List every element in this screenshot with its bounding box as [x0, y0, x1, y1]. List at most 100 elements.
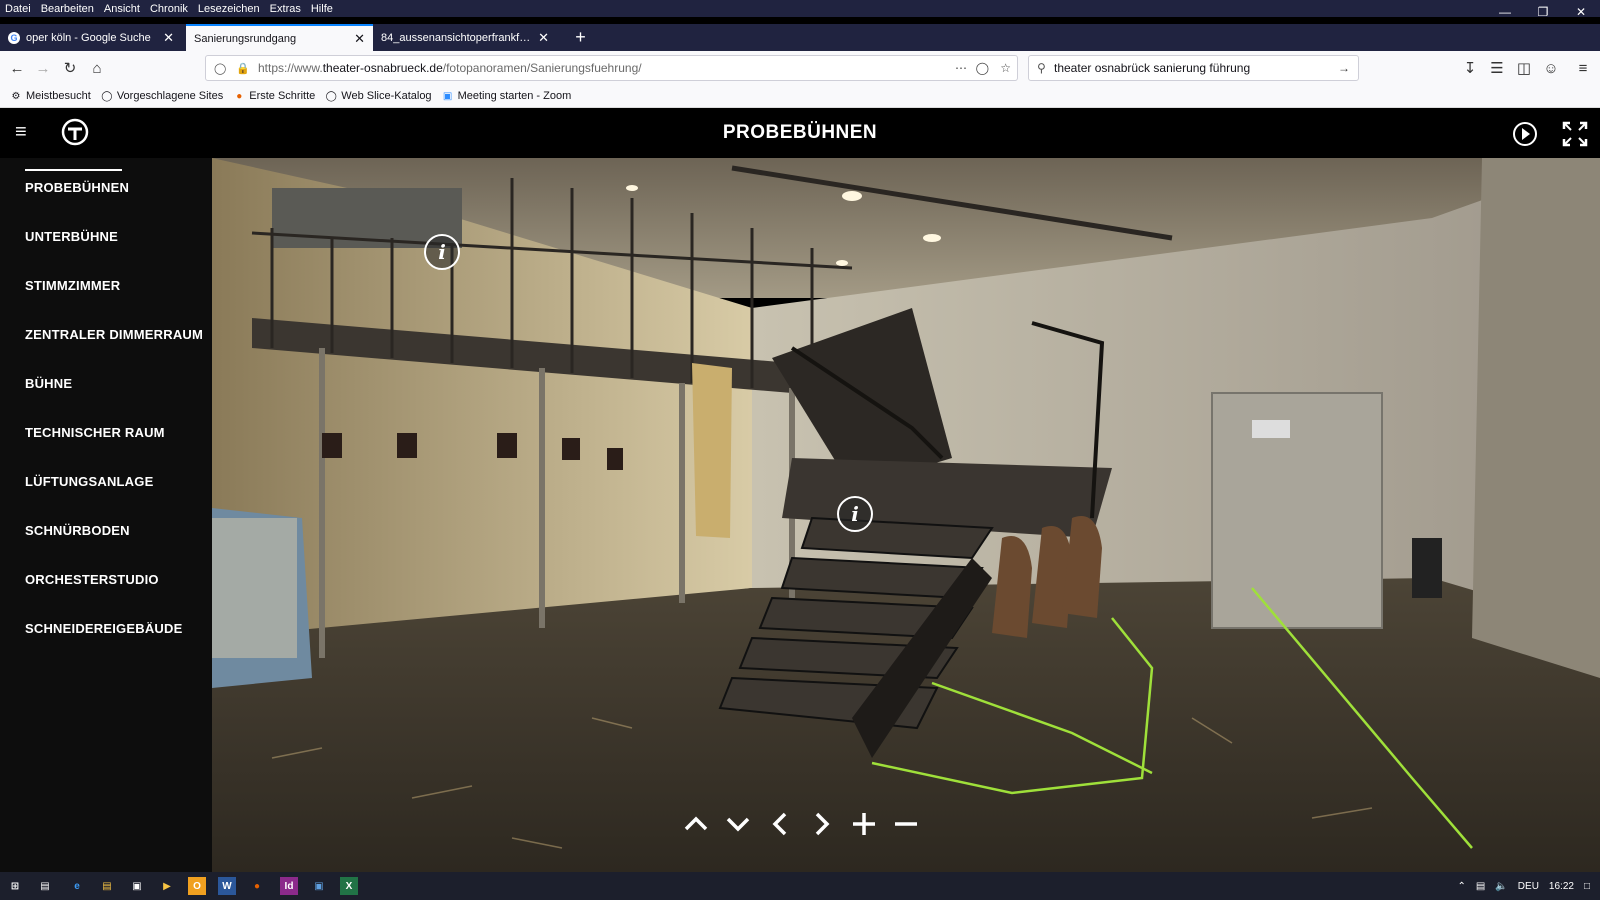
pan-down-icon[interactable] — [722, 808, 754, 840]
zoom-in-icon[interactable] — [848, 808, 880, 840]
menu-bar: Datei Bearbeiten Ansicht Chronik Lesezei… — [0, 0, 1600, 17]
windows-start-icon[interactable]: ⊞ — [6, 877, 24, 895]
home-icon[interactable]: ⌂ — [85, 56, 109, 80]
minimize-icon[interactable]: — — [1486, 0, 1524, 24]
show-hidden-icons-icon[interactable]: ⌃ — [1458, 881, 1466, 892]
bookmark-label: Vorgeschlagene Sites — [116, 90, 224, 102]
pan-up-icon[interactable] — [680, 808, 712, 840]
close-window-icon[interactable]: ✕ — [1562, 0, 1600, 24]
new-tab-button[interactable]: + — [567, 24, 594, 51]
pocket-icon[interactable]: ◯ — [976, 61, 989, 75]
back-icon[interactable]: ← — [5, 56, 29, 80]
tab-sanierungsrundgang[interactable]: Sanierungsrundgang ✕ — [186, 24, 373, 51]
tab-google[interactable]: G oper köln - Google Suche ✕ — [0, 24, 182, 51]
room-item-technischer-raum[interactable]: TECHNISCHER RAUM — [25, 425, 165, 440]
menu-ansicht[interactable]: Ansicht — [99, 3, 145, 15]
library-icon[interactable]: ☰ — [1485, 56, 1509, 80]
menu-bearbeiten[interactable]: Bearbeiten — [36, 3, 99, 15]
media-icon[interactable]: ▶ — [158, 877, 176, 895]
room-item-probebuehnen[interactable]: PROBEBÜHNEN — [25, 169, 129, 195]
panorama-image — [212, 158, 1600, 872]
hamburger-menu-icon[interactable]: ≡ — [1571, 56, 1595, 80]
download-icon[interactable]: ↧ — [1458, 56, 1482, 80]
bookmark-zoom[interactable]: ▣ Meeting starten - Zoom — [442, 90, 572, 102]
clock[interactable]: 16:22 — [1549, 881, 1574, 892]
volume-icon[interactable]: 🔈 — [1495, 881, 1507, 892]
file-explorer-icon[interactable]: ▤ — [98, 877, 116, 895]
pan-left-icon[interactable] — [764, 808, 796, 840]
pan-right-icon[interactable] — [806, 808, 838, 840]
info-hotspot-stairs[interactable]: i — [837, 496, 873, 532]
bookmark-label: Meeting starten - Zoom — [457, 90, 572, 102]
tab-title: oper köln - Google Suche — [26, 31, 151, 44]
outlook-icon[interactable]: O — [188, 877, 206, 895]
room-item-buehne[interactable]: BÜHNE — [25, 376, 72, 391]
close-tab-icon[interactable]: ✕ — [354, 31, 365, 47]
lock-icon[interactable]: 🔒 — [236, 62, 250, 75]
shield-icon[interactable]: ◯ — [214, 62, 226, 75]
room-navigation: PROBEBÜHNEN UNTERBÜHNE STIMMZIMMER ZENTR… — [0, 158, 212, 872]
search-input[interactable]: theater osnabrück sanierung führung — [1054, 61, 1250, 75]
notifications-icon[interactable]: □ — [1584, 881, 1590, 892]
bookmark-meistbesucht[interactable]: ⚙ Meistbesucht — [10, 90, 91, 102]
room-item-lueftungsanlage[interactable]: LÜFTUNGSANLAGE — [25, 474, 153, 489]
tab-aussenansicht[interactable]: 84_aussenansichtoperfrankfurthq0 ✕ — [373, 24, 557, 51]
indesign-icon[interactable]: Id — [280, 877, 298, 895]
bookmark-vorgeschlagene-sites[interactable]: ◯ Vorgeschlagene Sites — [101, 90, 223, 102]
menu-hilfe[interactable]: Hilfe — [306, 3, 338, 15]
tab-title: 84_aussenansichtoperfrankfurthq0 — [381, 31, 531, 44]
bookmark-label: Meistbesucht — [26, 90, 91, 102]
url-text: https://www.theater-osnabrueck.de/fotopa… — [258, 61, 642, 75]
panorama-viewer[interactable]: i i — [212, 158, 1600, 872]
store-icon[interactable]: ▣ — [128, 877, 146, 895]
bookmark-erste-schritte[interactable]: ● Erste Schritte — [233, 90, 315, 102]
excel-icon[interactable]: X — [340, 877, 358, 895]
zoom-icon: ▣ — [442, 90, 453, 102]
restore-icon[interactable]: ❐ — [1524, 0, 1562, 24]
language-indicator[interactable]: DEU — [1518, 881, 1539, 892]
bookmark-web-slice[interactable]: ◯ Web Slice-Katalog — [325, 90, 432, 102]
room-item-unterbuehne[interactable]: UNTERBÜHNE — [25, 229, 118, 244]
account-icon[interactable]: ☺ — [1539, 56, 1563, 80]
room-item-orchesterstudio[interactable]: ORCHESTERSTUDIO — [25, 572, 159, 587]
room-item-zentraler-dimmerraum[interactable]: ZENTRALER DIMMERRAUM — [25, 327, 203, 342]
menu-extras[interactable]: Extras — [265, 3, 306, 15]
url-path: /fotopanoramen/Sanierungsfuehrung/ — [442, 61, 642, 75]
page-actions-icon[interactable]: ⋯ — [955, 61, 967, 75]
forward-icon[interactable]: → — [31, 56, 55, 80]
tab-title: Sanierungsrundgang — [194, 32, 297, 45]
room-item-stimmzimmer[interactable]: STIMMZIMMER — [25, 278, 120, 293]
bookmarks-bar: ⚙ Meistbesucht ◯ Vorgeschlagene Sites ● Ers… — [0, 85, 1600, 108]
menu-datei[interactable]: Datei — [0, 3, 36, 15]
close-tab-icon[interactable]: ✕ — [163, 30, 174, 46]
tab-bar: G oper köln - Google Suche ✕ Sanierungsr… — [0, 24, 1600, 51]
room-item-schnuerboden[interactable]: SCHNÜRBODEN — [25, 523, 130, 538]
photos-icon[interactable]: ▣ — [310, 877, 328, 895]
network-icon[interactable]: ▤ — [1476, 881, 1485, 892]
bookmark-star-icon[interactable]: ☆ — [1000, 61, 1011, 75]
panorama-controls — [680, 808, 922, 840]
task-view-icon[interactable]: ▤ — [36, 877, 54, 895]
taskbar: ⊞ ▤ e ▤ ▣ ▶ O W ● Id ▣ X ⌃ ▤ 🔈 DEU 16:22… — [0, 872, 1600, 900]
reload-icon[interactable]: ↻ — [58, 56, 82, 80]
zoom-out-icon[interactable] — [890, 808, 922, 840]
word-icon[interactable]: W — [218, 877, 236, 895]
edge-icon[interactable]: e — [68, 877, 86, 895]
menu-lesezeichen[interactable]: Lesezeichen — [193, 3, 265, 15]
url-bar[interactable]: ◯ 🔒 https://www.theater-osnabrueck.de/fo… — [205, 55, 1018, 81]
bookmark-label: Web Slice-Katalog — [341, 90, 432, 102]
sidebar-toggle-icon[interactable]: ◫ — [1512, 56, 1536, 80]
search-bar[interactable]: ⚲ theater osnabrück sanierung führung → — [1028, 55, 1359, 81]
room-item-schneidereigebaeude[interactable]: SCHNEIDEREIGEBÄUDE — [25, 621, 182, 636]
close-tab-icon[interactable]: ✕ — [538, 30, 549, 46]
gear-icon: ⚙ — [11, 90, 21, 102]
page-title: PROBEBÜHNEN — [722, 122, 878, 143]
search-go-icon[interactable]: → — [1338, 61, 1350, 75]
page-content: ≡ PROBEBÜHNEN PROBEBÜHNEN UNTERBÜHNE STI… — [0, 108, 1600, 872]
firefox-icon[interactable]: ● — [248, 877, 266, 895]
fullscreen-icon[interactable] — [1562, 121, 1588, 147]
info-hotspot-gallery[interactable]: i — [424, 234, 460, 270]
menu-chronik[interactable]: Chronik — [145, 3, 193, 15]
autoplay-icon[interactable] — [1511, 120, 1539, 148]
globe-icon: ◯ — [101, 90, 113, 102]
